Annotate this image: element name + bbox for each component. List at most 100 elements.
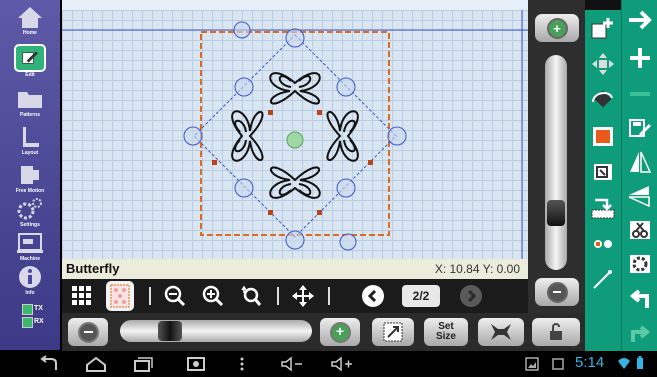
resize-box-icon [383,322,403,342]
node-icon [594,240,612,248]
mirror-vertical-button[interactable] [622,146,657,178]
edit-icon [22,51,38,64]
sidebar-item-info[interactable]: Info [0,264,60,302]
redo-icon [631,325,651,342]
mirror-horizontal-button[interactable] [622,180,657,212]
screenshot-icon[interactable] [185,355,207,373]
arrow-right-icon [629,10,652,30]
sidebar-item-layout[interactable]: Layout [0,124,60,162]
tx-label: TX [34,305,43,312]
pattern-settings-button[interactable] [622,248,657,280]
sidebar-item-free-motion[interactable]: Free Motion [0,162,60,200]
add-button[interactable] [622,42,657,74]
view-toolbar: 2/2 [62,279,528,313]
recent-apps-icon[interactable] [132,355,154,373]
quilt-view-icon [110,284,130,308]
next-button[interactable] [622,4,657,36]
unlock-icon [550,323,562,340]
left-sidebar: Home Edit Patterns Layout Free Motion Se… [0,0,60,350]
zoom-out-button[interactable] [162,283,188,309]
vertical-plus-button[interactable]: + [535,14,579,42]
page-indicator: 2/2 [402,285,440,307]
plus-icon [630,48,650,68]
rx-label: RX [34,318,44,325]
center-handle [286,131,304,149]
sidebar-item-settings[interactable]: Settings [0,196,60,234]
line-icon [593,270,612,289]
home-nav-icon[interactable] [85,355,107,373]
pattern-info-bar: Butterfly X: 10.84 Y: 0.00 [62,259,528,279]
set-size-button[interactable]: Set Size [424,318,468,346]
move-pattern-tool[interactable] [585,48,621,80]
sidebar-item-label: Patterns [19,112,40,118]
sidebar-item-label: Edit [25,72,35,78]
vertical-slider-thumb[interactable] [547,200,565,226]
save-edit-icon [629,119,651,137]
chevron-left-icon [367,290,377,302]
redo-button[interactable] [622,316,657,348]
move-arrows-icon [292,285,314,307]
sidebar-item-home[interactable]: Home [0,4,60,42]
node-tool[interactable] [585,228,621,260]
next-page-button[interactable] [460,285,482,307]
volume-up-icon[interactable] [330,355,354,373]
edit-tools-panel [585,10,621,351]
resize-box-button[interactable] [372,318,414,346]
minus-icon [630,92,650,96]
vertical-slider-track[interactable] [545,55,567,270]
align-tool[interactable] [585,192,621,224]
info-icon [19,266,41,288]
free-motion-icon [21,166,39,184]
sidebar-item-label: Settings [20,222,40,228]
shrink-button[interactable] [68,318,108,346]
zoom-fit-button[interactable] [238,283,264,309]
menu-dots-icon[interactable] [238,355,246,373]
add-block-icon [591,18,613,39]
quilt-view-button[interactable] [106,281,134,311]
fit-corners-button[interactable] [478,318,524,346]
add-block-tool[interactable] [585,12,621,44]
move-button[interactable] [290,283,316,309]
grow-button[interactable]: + [320,318,360,346]
align-arrow-icon [591,198,615,219]
tx-rx-indicator: TX RX [22,300,52,342]
sidebar-item-edit[interactable]: Edit [0,44,60,82]
undo-button[interactable] [622,282,657,314]
rotate-tool[interactable] [585,84,621,116]
flip-icon [628,186,650,208]
volume-down-icon[interactable] [280,355,304,373]
back-icon[interactable] [38,355,60,373]
minus-icon [77,321,99,343]
previous-page-button[interactable] [362,285,384,307]
crop-tool[interactable] [585,156,621,188]
zoom-in-button[interactable] [200,283,226,309]
action-panel [621,0,657,351]
fill-color-icon [593,127,613,146]
sidebar-item-machine[interactable]: Machine [0,230,60,268]
line-tool[interactable] [585,264,621,296]
size-slider-track[interactable] [120,320,312,342]
folder-icon [18,92,42,108]
fill-color-tool[interactable] [585,120,621,152]
wifi-icon [618,358,630,369]
remove-button[interactable] [622,78,657,110]
gallery-notification-icon [525,357,539,371]
save-button[interactable] [622,112,657,144]
move-arrows-icon [592,53,614,75]
size-slider-thumb[interactable] [158,321,182,341]
canvas-top-strip [62,0,528,10]
window-notification-icon [552,358,564,370]
grid-button[interactable] [70,284,94,308]
sidebar-item-patterns[interactable]: Patterns [0,86,60,124]
coordinate-readout: X: 10.84 Y: 0.00 [434,262,520,276]
lock-button[interactable] [532,318,580,346]
plus-icon: + [329,321,351,343]
vertical-minus-button[interactable] [535,278,579,306]
design-canvas[interactable] [62,10,528,260]
separator [328,287,330,305]
sidebar-item-label: Info [25,290,35,296]
home-icon [18,7,42,28]
split-button[interactable] [622,214,657,246]
fit-corners-icon [491,324,511,340]
pattern-preview [62,10,528,260]
